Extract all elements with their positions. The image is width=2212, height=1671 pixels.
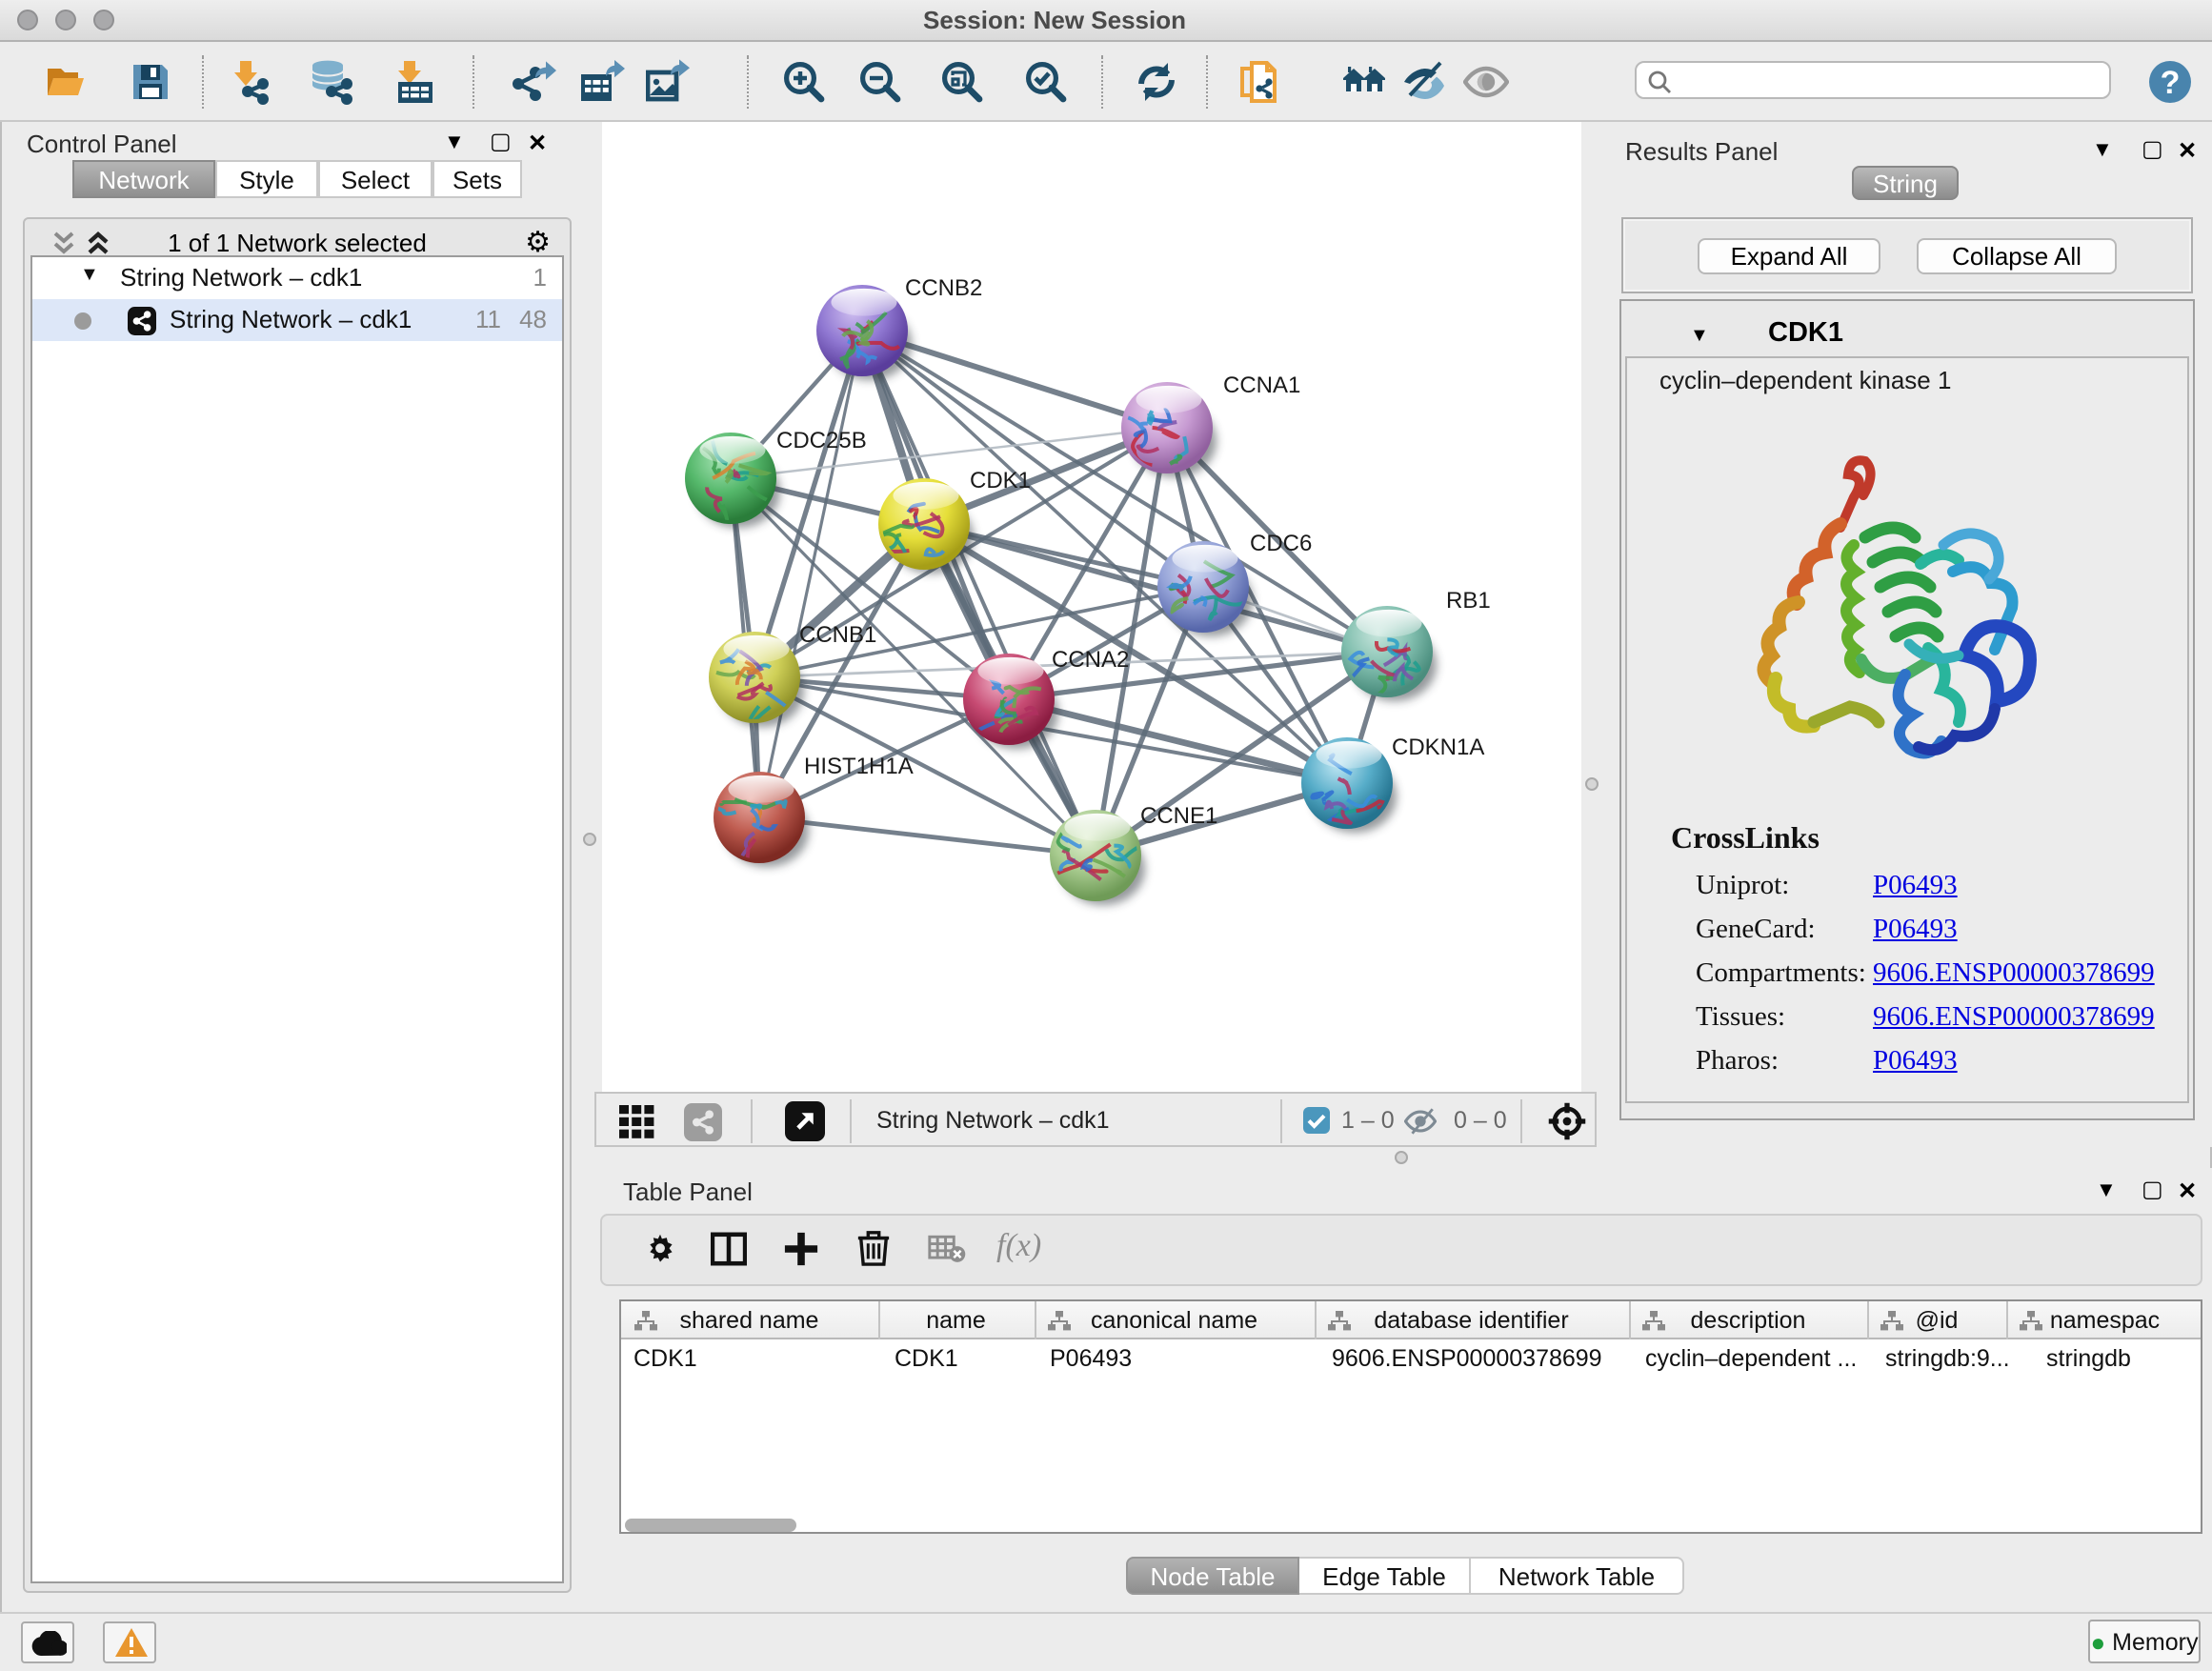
svg-text:CCNA2: CCNA2: [1052, 647, 1129, 673]
svg-text:HIST1H1A: HIST1H1A: [804, 754, 914, 779]
svg-text:CDC6: CDC6: [1250, 531, 1312, 556]
svg-text:CCNB2: CCNB2: [905, 275, 982, 301]
svg-text:CCNA1: CCNA1: [1223, 372, 1300, 398]
svg-text:CCNE1: CCNE1: [1140, 803, 1217, 829]
svg-text:CDKN1A: CDKN1A: [1392, 735, 1484, 760]
svg-text:CDC25B: CDC25B: [776, 428, 867, 453]
svg-text:?: ?: [2161, 64, 2181, 100]
svg-text:RB1: RB1: [1446, 588, 1491, 614]
svg-text:CCNB1: CCNB1: [799, 622, 876, 648]
svg-text:CDK1: CDK1: [970, 468, 1031, 493]
